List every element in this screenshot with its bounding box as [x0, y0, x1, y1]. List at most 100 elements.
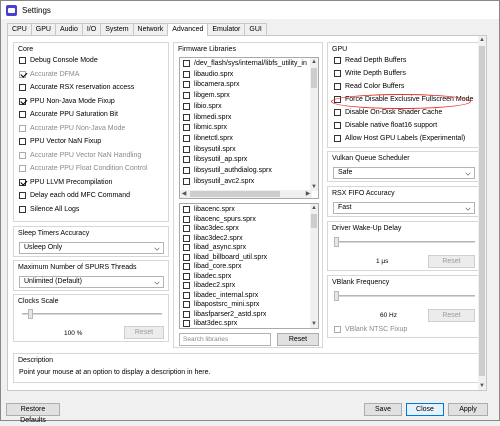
core-option-checkbox[interactable]: Accurate PPU Saturation Bit	[19, 111, 118, 118]
list-item[interactable]: libapostsrc_mini.sprx	[183, 301, 259, 308]
list-item[interactable]: libsysutil_ap.sprx	[183, 156, 247, 164]
list-item[interactable]: libsysutil.sprx	[183, 145, 236, 153]
list-item[interactable]: libio.sprx	[183, 102, 222, 110]
firmware-top-list[interactable]: /dev_flash/sys/internal/libfs_utility_in…	[179, 57, 319, 199]
scroll-up-icon[interactable]: ▲	[310, 204, 318, 212]
rsx-fifo-select[interactable]: Fast	[333, 202, 475, 214]
tab-advanced[interactable]: Advanced	[167, 23, 209, 36]
scroll-thumb[interactable]	[311, 68, 317, 88]
gpu-option-checkbox[interactable]: Disable On-Disk Shader Cache	[334, 109, 442, 116]
core-option-checkbox[interactable]: PPU Vector NaN Fixup	[19, 138, 101, 145]
list-item[interactable]: libadec_internal.sprx	[183, 291, 258, 299]
core-option-checkbox[interactable]: Silence All Logs	[19, 205, 79, 213]
gpu-option-checkbox[interactable]: Read Color Buffers	[334, 83, 404, 90]
list-item[interactable]: libmedi.sprx	[183, 113, 231, 121]
library-name: libsysutil.sprx	[194, 145, 236, 153]
library-name: libacenc.sprx	[194, 206, 235, 213]
firmware-top-hscrollbar[interactable]: ◀ ▶	[180, 190, 312, 198]
core-option-checkbox[interactable]: PPU Non-Java Mode Fixup	[19, 97, 115, 105]
core-option-checkbox[interactable]: Debug Console Mode	[19, 57, 98, 64]
content-scrollbar[interactable]: ▲ ▼	[478, 36, 486, 390]
tab-gpu[interactable]: GPU	[30, 23, 56, 35]
vulkan-queue-select[interactable]: Safe	[333, 167, 475, 179]
list-item[interactable]: libnetctl.sprx	[183, 134, 233, 142]
list-item[interactable]: libcamera.sprx	[183, 81, 240, 89]
restore-defaults-button[interactable]: Restore Defaults	[6, 403, 60, 424]
checkbox-box	[183, 320, 190, 327]
gpu-option-label: Read Color Buffers	[345, 83, 405, 90]
close-button[interactable]: Close	[406, 403, 444, 416]
firmware-reset-button[interactable]: Reset	[277, 333, 319, 346]
scroll-up-icon[interactable]: ▲	[310, 58, 318, 66]
hscroll-thumb[interactable]	[190, 191, 280, 197]
spurs-threads-value: Unlimited (Default)	[24, 278, 82, 285]
library-name: libadec.sprx	[194, 272, 232, 280]
checkbox-box	[183, 102, 190, 110]
list-item[interactable]: libad_async.sprx	[183, 244, 246, 251]
clocks-scale-slider-handle[interactable]	[28, 309, 33, 319]
tab-cpu[interactable]: CPU	[7, 23, 32, 35]
list-item[interactable]: libmic.sprx	[183, 124, 227, 132]
scroll-left-icon[interactable]: ◀	[180, 190, 188, 198]
sleep-timers-title: Sleep Timers Accuracy	[18, 230, 90, 237]
scroll-up-icon[interactable]: ▲	[478, 36, 486, 44]
driver-wakeup-slider-handle[interactable]	[334, 237, 339, 247]
list-item[interactable]: libaudio.sprx	[183, 70, 233, 78]
apply-button[interactable]: Apply	[448, 403, 488, 416]
core-option-checkbox[interactable]: Accurate RSX reservation access	[19, 84, 134, 91]
list-item[interactable]: libad_billboard_util.sprx	[183, 253, 267, 261]
core-option-checkbox[interactable]: PPU LLVM Precompilation	[19, 178, 112, 186]
gpu-option-checkbox[interactable]: Read Depth Buffers	[334, 57, 406, 64]
gpu-option-checkbox[interactable]: Allow Host GPU Labels (Experimental)	[334, 135, 465, 142]
list-item[interactable]: libgem.sprx	[183, 92, 230, 100]
list-item[interactable]: libsysutil_avc2.sprx	[183, 177, 254, 185]
list-item[interactable]: libac3dec.sprx	[183, 225, 239, 232]
core-option-label: Accurate PPU Non-Java Mode	[30, 124, 126, 132]
clocks-scale-slider-track	[22, 313, 162, 315]
firmware-bottom-list[interactable]: libacenc.sprx libacenc_spurs.sprx libac3de…	[179, 203, 319, 329]
checkbox-box	[183, 263, 190, 270]
vblank-reset-button[interactable]: Reset	[428, 309, 475, 322]
description-text: Point your mouse at an option to display…	[19, 369, 211, 376]
list-item[interactable]: libsysutil_authdialog.sprx	[183, 167, 272, 174]
driver-wakeup-reset-button[interactable]: Reset	[428, 255, 475, 268]
library-name: libacenc_spurs.sprx	[194, 215, 256, 223]
checkbox-box	[19, 205, 26, 213]
firmware-top-scrollbar[interactable]: ▲ ▼	[310, 58, 318, 191]
list-item[interactable]: libadec.sprx	[183, 272, 232, 280]
tab-system[interactable]: System	[100, 23, 134, 35]
scroll-thumb[interactable]	[479, 46, 485, 376]
list-item[interactable]: libasfparser2_astd.sprx	[183, 310, 266, 318]
save-button[interactable]: Save	[364, 403, 402, 416]
list-item[interactable]: libadec2.sprx	[183, 282, 235, 289]
core-option-label: Accurate PPU Vector NaN Handling	[30, 151, 142, 159]
vblank-slider-handle[interactable]	[334, 291, 339, 301]
core-option-checkbox[interactable]: Delay each odd MFC Command	[19, 192, 130, 199]
vulkan-queue-value: Safe	[338, 169, 353, 176]
sleep-timers-select[interactable]: Usleep Only	[19, 242, 164, 254]
list-item[interactable]: /dev_flash/sys/internal/libfs_utility_in	[183, 60, 307, 67]
firmware-bottom-scrollbar[interactable]: ▲ ▼	[310, 204, 318, 328]
core-option-label: PPU Vector NaN Fixup	[30, 138, 102, 145]
scroll-thumb[interactable]	[311, 214, 317, 228]
list-item[interactable]: libad_core.sprx	[183, 263, 241, 270]
vblank-ntsc-checkbox[interactable]: VBlank NTSC Fixup	[334, 326, 407, 333]
tab-network[interactable]: Network	[132, 23, 169, 35]
gpu-option-checkbox[interactable]: Write Depth Buffers	[334, 70, 406, 77]
spurs-threads-select[interactable]: Unlimited (Default)	[19, 276, 164, 288]
clocks-scale-reset-button[interactable]: Reset	[124, 326, 164, 339]
tab-gui[interactable]: GUI	[244, 23, 267, 35]
list-item[interactable]: libac3dec2.sprx	[183, 234, 243, 242]
tab-emulator[interactable]: Emulator	[207, 23, 246, 35]
scroll-down-icon[interactable]: ▼	[478, 382, 486, 390]
search-libraries-input[interactable]: Search libraries	[179, 333, 271, 346]
scroll-right-icon[interactable]: ▶	[304, 190, 312, 198]
scroll-down-icon[interactable]: ▼	[310, 320, 318, 328]
list-item[interactable]: libacenc_spurs.sprx	[183, 215, 256, 223]
checkbox-box	[183, 215, 190, 223]
gpu-option-checkbox[interactable]: Disable native float16 support	[334, 122, 437, 129]
tab-audio[interactable]: Audio	[54, 23, 83, 35]
list-item[interactable]: libacenc.sprx	[183, 206, 235, 213]
tab-i-o[interactable]: I/O	[81, 23, 102, 35]
list-item[interactable]: libat3dec.sprx	[183, 320, 237, 327]
